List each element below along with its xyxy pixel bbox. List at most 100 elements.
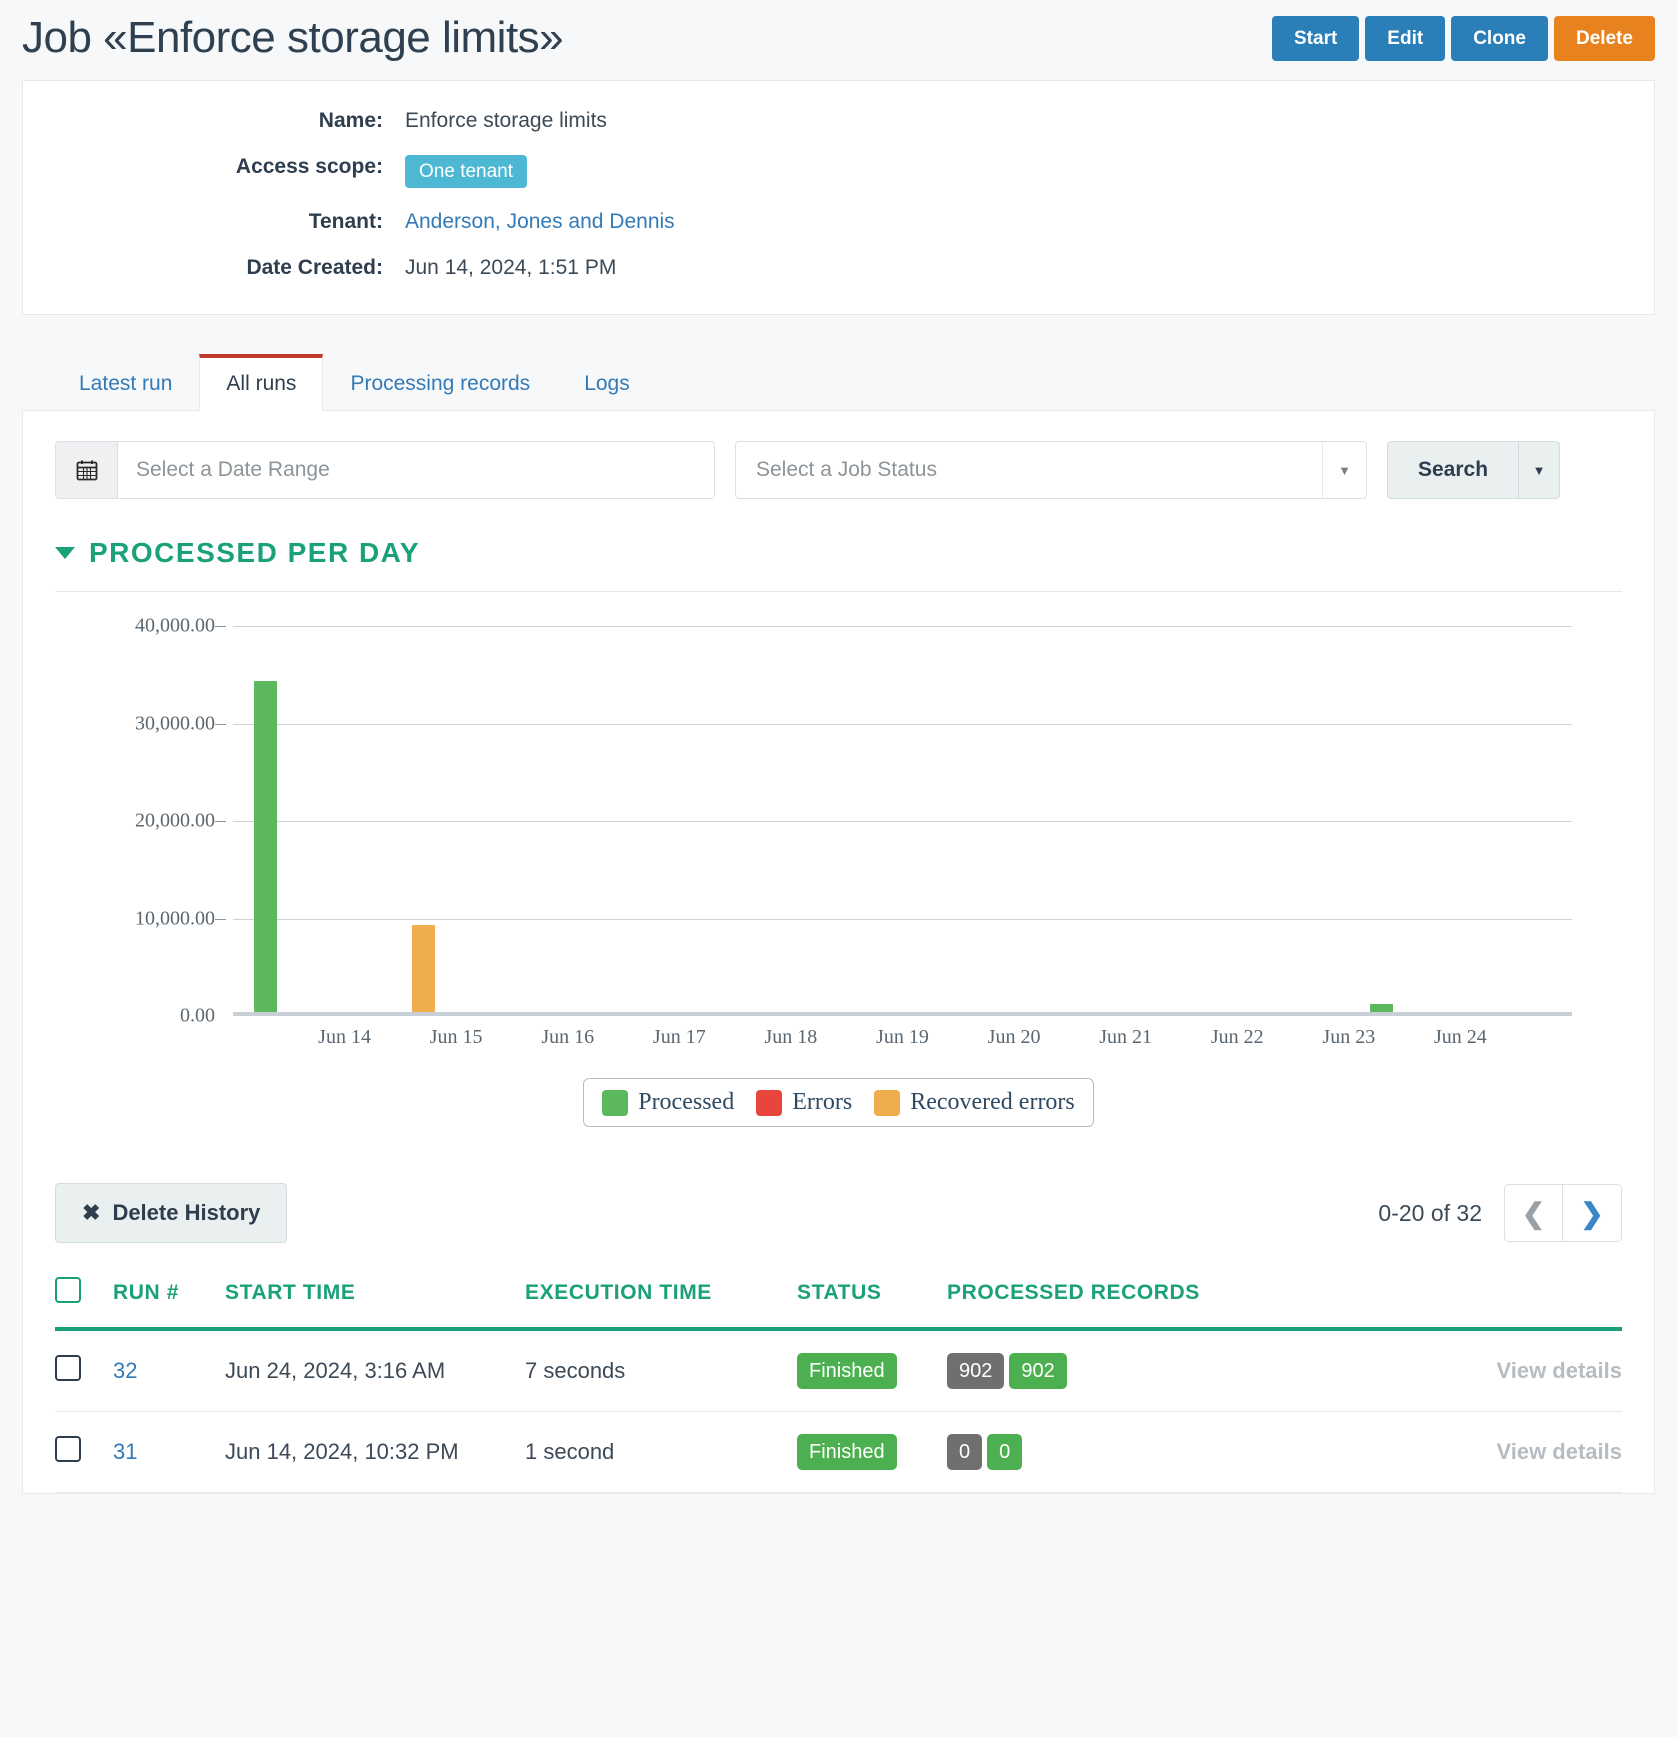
date-created-value: Jun 14, 2024, 1:51 PM: [405, 256, 617, 280]
run-number-cell: 32: [113, 1329, 225, 1413]
info-row-access-scope: Access scope: One tenant: [23, 155, 1654, 189]
y-tick-label: 20,000.00: [135, 809, 215, 832]
calendar-icon[interactable]: [56, 442, 118, 499]
column-start-time[interactable]: START TIME: [225, 1277, 525, 1332]
row-actions-cell: View details: [1247, 1329, 1622, 1413]
chart-bar: [411, 924, 435, 1013]
runs-table-head: RUN # START TIME EXECUTION TIME STATUS P…: [55, 1277, 1622, 1332]
legend-swatch: [602, 1089, 629, 1116]
chart-x-axis: Jun 14 Jun 15 Jun 16 Jun 17 Jun 18 Jun 19 Jun …: [233, 1026, 1572, 1056]
run-number-link[interactable]: 31: [113, 1439, 137, 1464]
delete-button[interactable]: Delete: [1553, 15, 1655, 61]
clone-button[interactable]: Clone: [1451, 15, 1548, 61]
pagination-count: 0-20 of 32: [1378, 1199, 1482, 1226]
run-number-cell: 31: [113, 1411, 225, 1494]
runs-table-header-row: RUN # START TIME EXECUTION TIME STATUS P…: [55, 1277, 1622, 1332]
tabs-container: Latest run All runs Processing records L…: [22, 353, 1655, 412]
job-status-select[interactable]: Select a Job Status ▼: [735, 441, 1367, 500]
processed-records-cell: 902 902: [947, 1329, 1247, 1413]
runs-table: RUN # START TIME EXECUTION TIME STATUS P…: [55, 1277, 1622, 1494]
select-all-checkbox[interactable]: [55, 1277, 81, 1304]
x-tick-label: Jun 22: [1210, 1026, 1264, 1049]
tab-list: Latest run All runs Processing records L…: [22, 353, 1655, 412]
access-scope-badge: One tenant: [405, 155, 528, 189]
info-row-name: Name: Enforce storage limits: [23, 109, 1654, 133]
tab-processing-records[interactable]: Processing records: [323, 354, 557, 411]
legend-item[interactable]: Errors: [756, 1089, 852, 1116]
start-button[interactable]: Start: [1272, 15, 1360, 61]
select-all-header: [55, 1277, 113, 1332]
y-tick-label: 40,000.00: [135, 614, 215, 637]
run-number-link[interactable]: 32: [113, 1358, 137, 1383]
job-detail-page: Job «Enforce storage limits» Start Edit …: [0, 0, 1677, 1495]
x-tick-label: Jun 19: [876, 1026, 929, 1049]
records-processed-badge: 0: [987, 1434, 1023, 1471]
row-checkbox[interactable]: [55, 1355, 81, 1382]
column-processed-records[interactable]: PROCESSED RECORDS: [947, 1277, 1247, 1332]
search-button[interactable]: Search: [1387, 441, 1519, 500]
legend-item[interactable]: Recovered errors: [874, 1089, 1075, 1116]
tab-all-runs[interactable]: All runs: [199, 354, 324, 412]
access-scope-label: Access scope:: [235, 155, 383, 179]
filter-bar: Select a Job Status ▼ Search ▼: [55, 441, 1622, 500]
search-dropdown-toggle[interactable]: ▼: [1518, 441, 1561, 500]
status-cell: Finished: [797, 1411, 947, 1494]
table-row: 31 Jun 14, 2024, 10:32 PM 1 second Finished…: [55, 1411, 1622, 1494]
date-range-group: [55, 441, 715, 500]
x-tick-label: Jun 16: [541, 1026, 595, 1049]
chart-bars: [233, 626, 1572, 1013]
row-actions-cell: View details: [1247, 1411, 1622, 1494]
view-details-link[interactable]: View details: [1496, 1358, 1622, 1383]
name-label: Name:: [318, 109, 383, 133]
chevron-down-icon: [55, 547, 75, 560]
chevron-right-icon[interactable]: ❯: [1563, 1185, 1621, 1242]
execution-time-cell: 1 second: [525, 1411, 797, 1494]
chart-bar: [254, 681, 278, 1013]
legend-item[interactable]: Processed: [602, 1089, 734, 1116]
x-tick-label: Jun 23: [1322, 1026, 1376, 1049]
runs-table-toolbar: ✖ Delete History 0-20 of 32 ❮ ❯: [55, 1183, 1622, 1244]
processed-records-cell: 00: [947, 1411, 1247, 1494]
job-info-card: Name: Enforce storage limits Access scop…: [22, 80, 1655, 316]
column-status[interactable]: STATUS: [797, 1277, 947, 1332]
legend-label: Errors: [792, 1089, 853, 1116]
x-tick-label: Jun 20: [987, 1026, 1041, 1049]
chart-bar: [1370, 1003, 1394, 1013]
processed-per-day-chart: 0.00 10,000.00 20,000.00 30,000.00 40,000.00…: [55, 615, 1622, 1056]
edit-button[interactable]: Edit: [1365, 15, 1446, 61]
date-range-input[interactable]: [118, 442, 714, 499]
row-select-cell: [55, 1329, 113, 1413]
y-tick-label: 10,000.00: [135, 907, 215, 930]
delete-history-label: Delete History: [112, 1200, 261, 1226]
legend-swatch: [756, 1089, 783, 1116]
chevron-down-icon[interactable]: ▼: [1322, 442, 1366, 499]
x-tick-label: Jun 14: [318, 1026, 371, 1049]
tenant-link[interactable]: Anderson, Jones and Dennis: [405, 210, 675, 233]
status-badge: Finished: [797, 1353, 897, 1390]
all-runs-panel: Select a Job Status ▼ Search ▼ PROCESSED…: [22, 411, 1655, 1495]
status-cell: Finished: [797, 1329, 947, 1413]
delete-history-button[interactable]: ✖ Delete History: [55, 1183, 288, 1244]
tab-logs[interactable]: Logs: [557, 354, 657, 411]
chevron-left-icon[interactable]: ❮: [1505, 1185, 1563, 1242]
x-tick-label: Jun 24: [1434, 1026, 1487, 1049]
start-time-cell: Jun 24, 2024, 3:16 AM: [225, 1329, 525, 1413]
view-details-link[interactable]: View details: [1496, 1439, 1622, 1464]
chart-section-header[interactable]: PROCESSED PER DAY: [55, 537, 1622, 593]
legend-swatch: [874, 1089, 901, 1116]
column-run[interactable]: RUN #: [113, 1277, 225, 1332]
tab-latest-run[interactable]: Latest run: [52, 354, 199, 411]
records-processed-badge: 902: [1009, 1353, 1067, 1390]
x-tick-label: Jun 15: [429, 1026, 483, 1049]
row-checkbox[interactable]: [55, 1436, 81, 1463]
tenant-value-wrap: Anderson, Jones and Dennis: [405, 210, 675, 234]
start-time-cell: Jun 14, 2024, 10:32 PM: [225, 1411, 525, 1494]
date-created-label: Date Created:: [246, 256, 383, 280]
table-row: 32 Jun 24, 2024, 3:16 AM 7 seconds Finished…: [55, 1329, 1622, 1413]
pagination-buttons: ❮ ❯: [1504, 1184, 1622, 1243]
column-execution-time[interactable]: EXECUTION TIME: [525, 1277, 797, 1332]
legend-label: Recovered errors: [910, 1089, 1075, 1116]
x-tick-label: Jun 17: [652, 1026, 706, 1049]
status-badge: Finished: [797, 1434, 897, 1471]
chart-x-axis-line: [233, 1012, 1572, 1017]
